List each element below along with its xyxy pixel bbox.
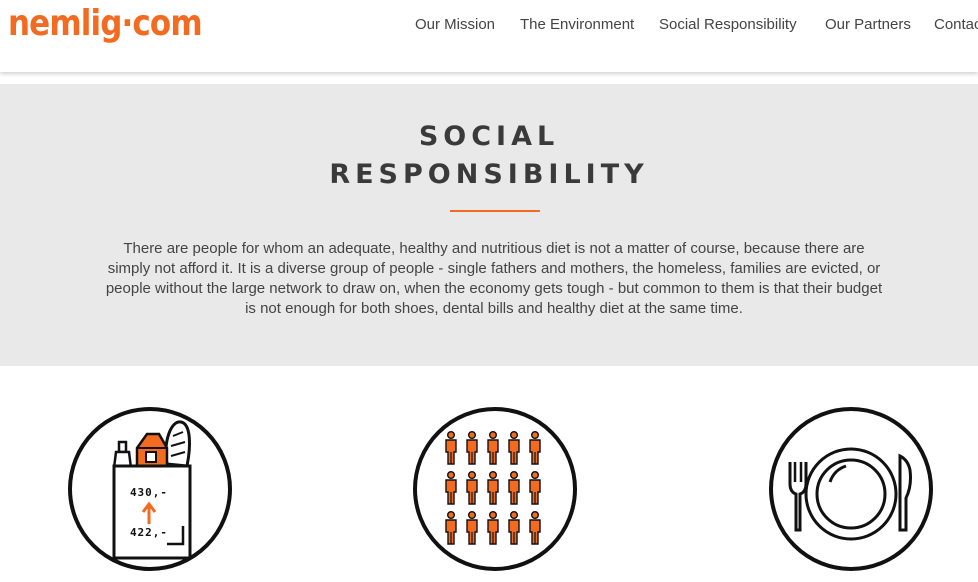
nav-item-contact[interactable]: Contact xyxy=(934,16,978,34)
person-figure-highlighted xyxy=(466,511,478,545)
person-figure-highlighted xyxy=(508,431,520,465)
site-logo[interactable]: nemlig·com xyxy=(8,2,203,46)
person-figure-highlighted xyxy=(508,471,520,505)
page-title-line-2: RESPONSIBILITY xyxy=(329,159,649,190)
nav-item-social-responsibility[interactable]: Social Responsibility xyxy=(659,16,797,34)
site-header: nemlig·com Our Mission The Environment S… xyxy=(0,0,978,72)
person-figure-highlighted xyxy=(445,471,457,505)
title-divider xyxy=(450,210,540,212)
person-figure-highlighted xyxy=(508,511,520,545)
person-figure-highlighted xyxy=(487,471,499,505)
person-figure-highlighted xyxy=(445,431,457,465)
page-title-line-1: SOCIAL xyxy=(418,121,560,152)
nav-item-our-mission[interactable]: Our Mission xyxy=(415,16,495,34)
person-figure-highlighted xyxy=(529,511,541,545)
person-figure-highlighted xyxy=(466,471,478,505)
people-group-icon xyxy=(412,406,578,572)
person-figure-highlighted xyxy=(466,431,478,465)
person-figure-highlighted xyxy=(529,471,541,505)
page-title: SOCIAL RESPONSIBILITY xyxy=(0,118,978,194)
nav-item-the-environment[interactable]: The Environment xyxy=(520,16,634,34)
person-figure-highlighted xyxy=(529,431,541,465)
grocery-bag-icon: 430,- 422,- xyxy=(67,406,233,572)
person-figure-highlighted xyxy=(487,431,499,465)
price-bottom-label: 422,- xyxy=(130,526,168,539)
hero-section: SOCIAL RESPONSIBILITY There are people f… xyxy=(0,84,978,366)
person-figure-highlighted xyxy=(487,511,499,545)
person-figure-highlighted xyxy=(445,511,457,545)
nav-item-our-partners[interactable]: Our Partners xyxy=(825,16,911,34)
price-top-label: 430,- xyxy=(130,486,168,499)
intro-paragraph: There are people for whom an adequate, h… xyxy=(105,240,883,317)
plate-cutlery-icon xyxy=(768,406,934,572)
